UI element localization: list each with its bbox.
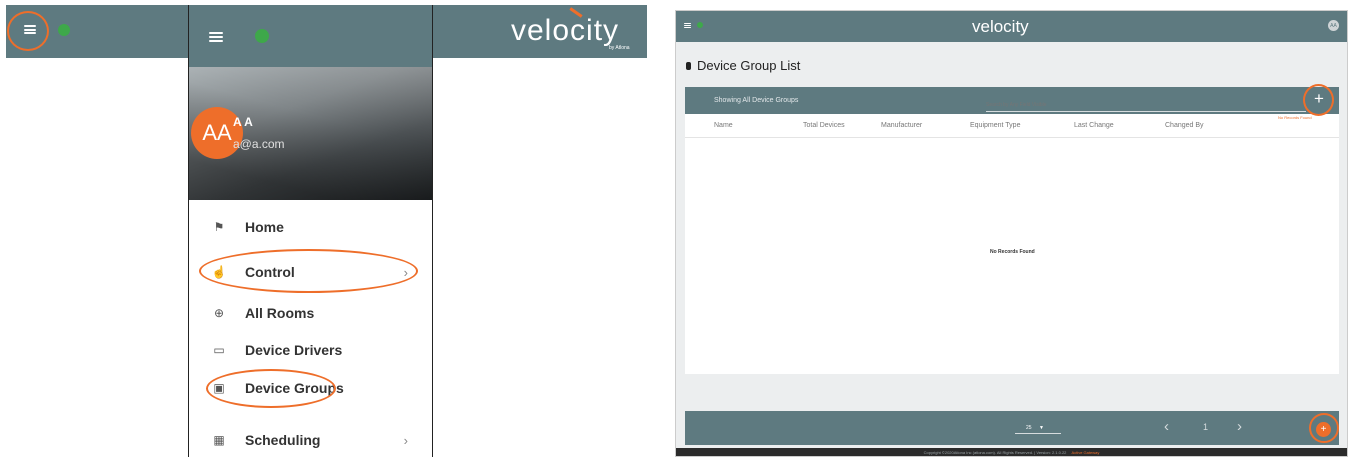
highlight-ring-menu xyxy=(7,11,49,51)
footer-copyright: Copyright ©2020Atlona Inc (atlona.com). … xyxy=(923,450,1067,455)
velocity-logo: velocity xyxy=(511,14,620,47)
chevron-down-icon: ▼ xyxy=(1038,425,1044,431)
highlight-ring-control xyxy=(199,249,418,293)
home-icon: ⚑ xyxy=(213,220,225,234)
menu-item-home[interactable]: ⚑ Home xyxy=(189,212,432,242)
list-toolbar: Showing All Device Groups + xyxy=(685,87,1339,114)
footer: Copyright ©2020Atlona Inc (atlona.com). … xyxy=(676,448,1347,456)
globe-icon: ⊕ xyxy=(213,306,225,320)
profile-banner: AA A A a@a.com xyxy=(189,67,432,200)
page-size-select[interactable]: 25 ▼ xyxy=(1015,425,1061,434)
next-page-button[interactable]: › xyxy=(1237,418,1242,435)
highlight-ring-device-groups xyxy=(206,369,336,408)
hamburger-icon[interactable] xyxy=(684,23,691,28)
highlight-ring-add xyxy=(1303,84,1334,116)
column-header[interactable]: Name xyxy=(714,122,733,129)
chevron-right-icon: › xyxy=(403,432,408,448)
highlight-ring-fab xyxy=(1309,413,1339,443)
velocity-logo-sub: by Atlona xyxy=(609,45,630,51)
menu-item-all-rooms[interactable]: ⊕ All Rooms xyxy=(189,298,432,328)
menu-item-label: Device Drivers xyxy=(245,342,343,358)
app-window: velocity AA Device Group List Showing Al… xyxy=(675,10,1348,457)
menu-item-label: Scheduling xyxy=(245,432,321,448)
globe-icon[interactable] xyxy=(58,24,70,36)
avatar-initials: AA xyxy=(202,120,232,145)
page-size-value: 25 xyxy=(1026,425,1032,431)
list-card: Showing All Device Groups + No Records F… xyxy=(685,87,1339,374)
user-name: A A xyxy=(233,115,253,129)
globe-icon[interactable] xyxy=(697,22,703,28)
pagination-bar: 25 ▼ ‹ 1 › + xyxy=(685,411,1339,445)
globe-icon[interactable] xyxy=(255,29,269,43)
user-avatar[interactable]: AA xyxy=(1328,20,1339,31)
app-topbar: velocity AA xyxy=(676,11,1347,42)
menu-item-label: All Rooms xyxy=(245,305,315,321)
calendar-icon: ▦ xyxy=(213,433,225,447)
empty-state-text: No Records Found xyxy=(990,249,1035,255)
table-header: Name Total Devices Manufacturer Equipmen… xyxy=(685,114,1339,138)
hamburger-icon[interactable] xyxy=(209,32,223,42)
column-header[interactable]: Changed By xyxy=(1165,122,1204,129)
device-group-icon xyxy=(686,62,691,70)
side-menu-topbar xyxy=(189,5,432,67)
column-header[interactable]: Last Change xyxy=(1074,122,1114,129)
app-logo: velocity xyxy=(972,17,1029,36)
page-title: Device Group List xyxy=(697,58,801,73)
menu-item-scheduling[interactable]: ▦ Scheduling › xyxy=(189,425,432,455)
search-input[interactable] xyxy=(986,98,1306,112)
menu-item-device-drivers[interactable]: ▭ Device Drivers xyxy=(189,335,432,365)
device-icon: ▭ xyxy=(213,343,225,357)
current-page[interactable]: 1 xyxy=(1203,422,1208,432)
logo-topbar: velocity by Atlona xyxy=(433,5,647,58)
column-header[interactable]: Manufacturer xyxy=(881,122,922,129)
showing-label: Showing All Device Groups xyxy=(714,97,799,104)
prev-page-button[interactable]: ‹ xyxy=(1164,418,1169,435)
footer-gateway[interactable]: Active Gateway xyxy=(1072,450,1100,455)
column-header[interactable]: Total Devices xyxy=(803,122,845,129)
column-header[interactable]: Equipment Type xyxy=(970,122,1020,129)
menu-item-label: Home xyxy=(245,219,284,235)
user-email: a@a.com xyxy=(233,137,285,151)
